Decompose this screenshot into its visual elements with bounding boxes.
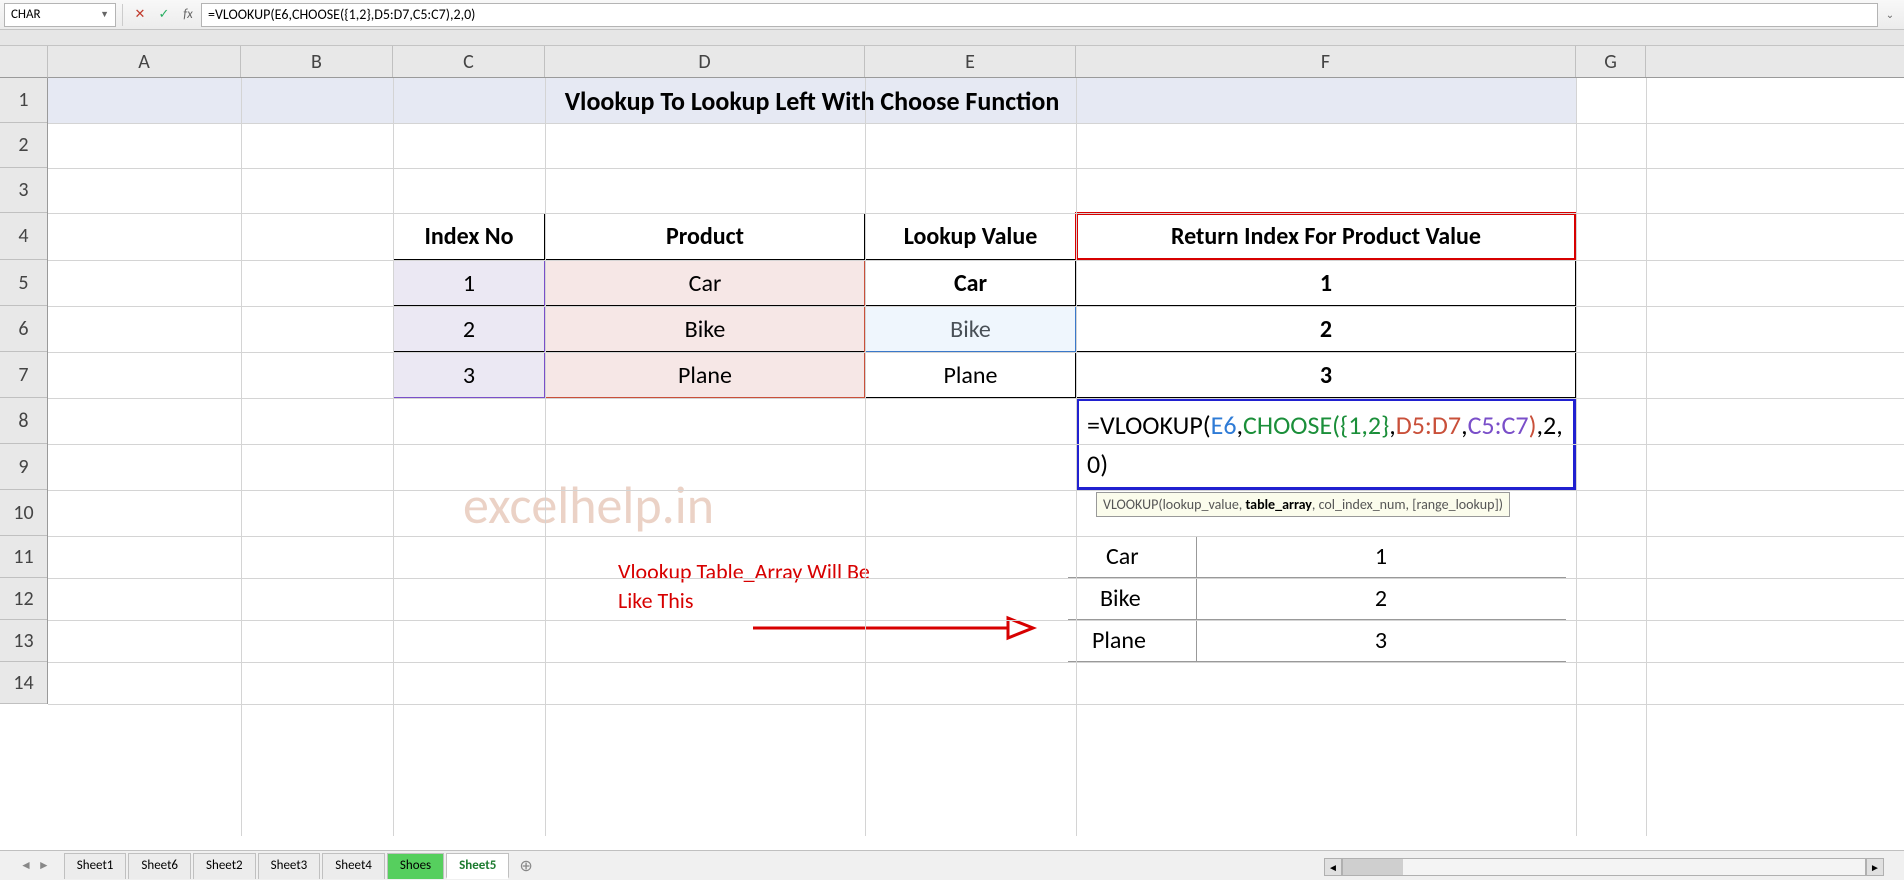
formula-text: =VLOOKUP(E6,CHOOSE({1,2},D5:D7,C5:C7),2,…: [208, 6, 475, 23]
col-header-b[interactable]: B: [241, 46, 393, 77]
fx-icon[interactable]: fx: [177, 4, 199, 26]
tab-nav-prev-icon[interactable]: ◄: [20, 858, 32, 873]
row-header-9[interactable]: 9: [0, 444, 47, 490]
row-header-8[interactable]: 8: [0, 398, 47, 444]
row-header-11[interactable]: 11: [0, 536, 47, 578]
range-c5c7: [393, 260, 545, 398]
tab-sheet5[interactable]: Sheet5: [446, 853, 509, 879]
tab-sheet6[interactable]: Sheet6: [128, 853, 191, 879]
formula-input[interactable]: =VLOOKUP(E6,CHOOSE({1,2},D5:D7,C5:C7),2,…: [201, 3, 1878, 27]
title-text: Vlookup To Lookup Left With Choose Funct…: [565, 85, 1060, 117]
ribbon-spacer: [0, 30, 1904, 46]
range-e6: [865, 306, 1076, 352]
scroll-right-icon[interactable]: ►: [1866, 858, 1884, 876]
tab-sheet1[interactable]: Sheet1: [64, 853, 127, 879]
row-header-4[interactable]: 4: [0, 213, 47, 260]
col-header-f[interactable]: F: [1076, 46, 1576, 77]
formula-tooltip: VLOOKUP(lookup_value, table_array, col_i…: [1096, 492, 1510, 517]
cells-area[interactable]: Vlookup To Lookup Left With Choose Funct…: [48, 78, 1904, 836]
horizontal-scrollbar[interactable]: ◄ ►: [1324, 858, 1884, 876]
column-headers[interactable]: ABCDEFG: [48, 46, 1904, 78]
tab-sheet4[interactable]: Sheet4: [322, 853, 385, 879]
enter-icon[interactable]: ✓: [153, 4, 175, 26]
row-header-14[interactable]: 14: [0, 662, 47, 704]
header-lookup-value: Lookup Value: [865, 213, 1076, 260]
cell-f5[interactable]: 1: [1076, 260, 1576, 306]
cancel-icon[interactable]: ✕: [129, 4, 151, 26]
tabs-container: Sheet1Sheet6Sheet2Sheet3Sheet4ShoesSheet…: [64, 853, 512, 879]
expand-formula-icon[interactable]: ⌄: [1880, 8, 1900, 21]
row-header-5[interactable]: 5: [0, 260, 47, 306]
header-product: Product: [545, 213, 865, 260]
arrow-icon: [748, 608, 1038, 648]
mini-r2c2: 2: [1196, 578, 1566, 620]
col-header-c[interactable]: C: [393, 46, 545, 77]
tab-sheet2[interactable]: Sheet2: [193, 853, 256, 879]
annotation-text: Vlookup Table_Array Will Be Like This: [618, 558, 870, 615]
name-box[interactable]: CHAR ▼: [4, 3, 116, 27]
scroll-left-icon[interactable]: ◄: [1324, 858, 1342, 876]
row-header-6[interactable]: 6: [0, 306, 47, 352]
tab-nav-next-icon[interactable]: ►: [38, 858, 50, 873]
row-header-10[interactable]: 10: [0, 490, 47, 536]
col-header-a[interactable]: A: [48, 46, 241, 77]
scroll-track[interactable]: [1342, 858, 1866, 876]
row-header-13[interactable]: 13: [0, 620, 47, 662]
mini-r1c2: 1: [1196, 536, 1566, 578]
col-header-d[interactable]: D: [545, 46, 865, 77]
row-header-3[interactable]: 3: [0, 168, 47, 213]
add-sheet-button[interactable]: ⊕: [511, 856, 540, 876]
header-index-no: Index No: [393, 213, 545, 260]
cell-e5[interactable]: Car: [865, 260, 1076, 306]
col-header-g[interactable]: G: [1576, 46, 1646, 77]
row-header-7[interactable]: 7: [0, 352, 47, 398]
cell-f6[interactable]: 2: [1076, 306, 1576, 352]
cell-f7[interactable]: 3: [1076, 352, 1576, 398]
row-header-1[interactable]: 1: [0, 78, 47, 123]
mini-r3c2: 3: [1196, 620, 1566, 662]
row-header-12[interactable]: 12: [0, 578, 47, 620]
col-header-e[interactable]: E: [865, 46, 1076, 77]
tab-sheet3[interactable]: Sheet3: [258, 853, 321, 879]
row-headers[interactable]: 1234567891011121314: [0, 78, 48, 704]
page-title: Vlookup To Lookup Left With Choose Funct…: [48, 78, 1576, 123]
row-header-2[interactable]: 2: [0, 123, 47, 168]
select-all-corner[interactable]: [0, 46, 48, 78]
separator: [122, 4, 123, 26]
tab-shoes[interactable]: Shoes: [387, 853, 444, 879]
formula-bar: CHAR ▼ ✕ ✓ fx =VLOOKUP(E6,CHOOSE({1,2},D…: [0, 0, 1904, 30]
range-d5d7: [545, 260, 865, 398]
scroll-thumb[interactable]: [1343, 859, 1403, 875]
header-return-index: Return Index For Product Value: [1076, 213, 1576, 260]
watermark: excelhelp.in: [463, 473, 714, 537]
sheet-tabstrip: ◄ ► Sheet1Sheet6Sheet2Sheet3Sheet4ShoesS…: [0, 850, 1904, 880]
spreadsheet-grid[interactable]: ABCDEFG 1234567891011121314 Vlookup To L…: [0, 46, 1904, 836]
cell-e7[interactable]: Plane: [865, 352, 1076, 398]
tab-nav: ◄ ►: [20, 858, 50, 873]
name-box-value: CHAR: [11, 7, 41, 22]
chevron-down-icon[interactable]: ▼: [100, 9, 109, 20]
